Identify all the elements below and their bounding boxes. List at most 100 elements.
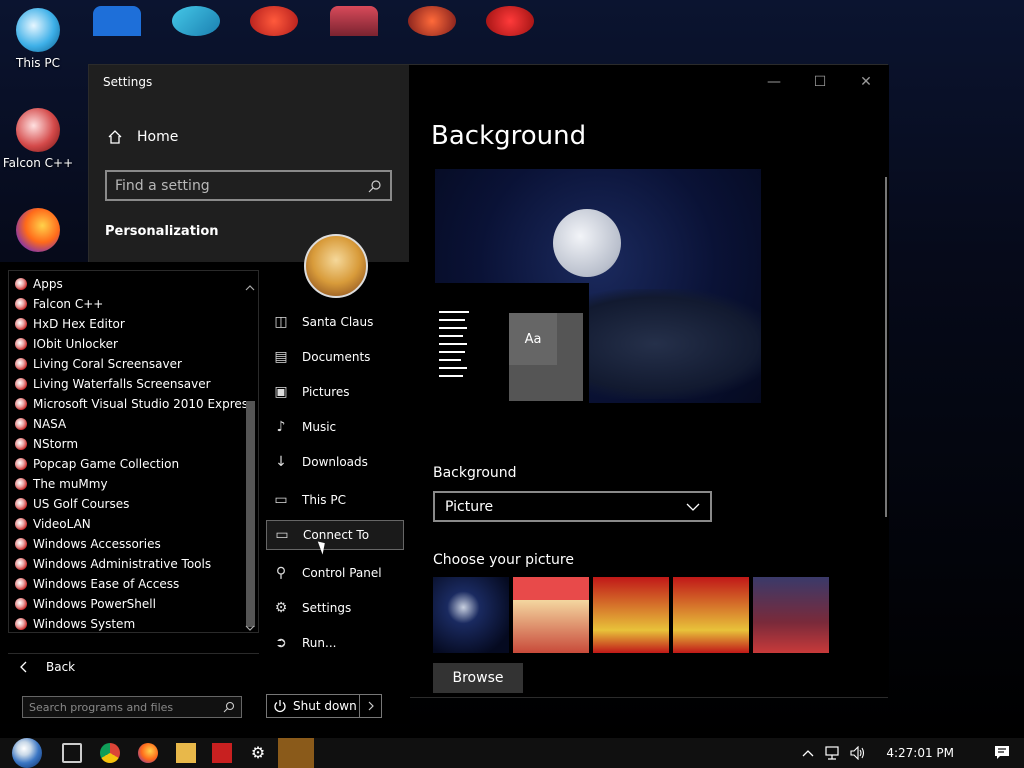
- santa-hat-icon[interactable]: [486, 6, 534, 36]
- thumbnail-santa[interactable]: [513, 577, 589, 653]
- network-icon[interactable]: [824, 746, 840, 760]
- start-item-connect-to[interactable]: ▭ Connect To: [266, 520, 404, 550]
- browse-button[interactable]: Browse: [433, 663, 523, 693]
- nav-home[interactable]: Home: [107, 129, 178, 145]
- program-item[interactable]: Living Waterfalls Screensaver: [15, 377, 211, 391]
- start-item-downloads[interactable]: ↓ Downloads: [266, 447, 404, 477]
- program-item[interactable]: Living Coral Screensaver: [15, 357, 182, 371]
- program-item[interactable]: HxD Hex Editor: [15, 317, 125, 331]
- power-icon: [274, 700, 286, 713]
- program-label: Windows PowerShell: [33, 597, 156, 611]
- program-item[interactable]: The muMmy: [15, 477, 108, 491]
- thumbnail-minions-1[interactable]: [593, 577, 669, 653]
- monitor-icon: ▭: [274, 492, 288, 508]
- shutdown-label: Shut down: [293, 699, 357, 713]
- start-item-label: This PC: [302, 493, 346, 507]
- thumbnail-minions-2[interactable]: [673, 577, 749, 653]
- back-button[interactable]: Back: [20, 660, 75, 674]
- picture-thumbnails: [433, 577, 829, 653]
- desktop-icon-falcon[interactable]: Falcon C++: [0, 108, 76, 170]
- program-item[interactable]: NASA: [15, 417, 66, 431]
- shutdown-options-button[interactable]: [360, 694, 382, 718]
- program-label: Living Coral Screensaver: [33, 357, 182, 371]
- program-item[interactable]: Falcon C++: [15, 297, 103, 311]
- avatar[interactable]: [304, 234, 368, 298]
- program-item[interactable]: NStorm: [15, 437, 78, 451]
- start-item-control-panel[interactable]: ⚲ Control Panel: [266, 558, 404, 588]
- taskbar-preview: Aa: [435, 283, 589, 403]
- program-label: Windows System: [33, 617, 136, 631]
- firefox-icon[interactable]: [138, 743, 158, 763]
- start-item-run[interactable]: ➲ Run...: [266, 628, 404, 658]
- program-item[interactable]: IObit Unlocker: [15, 337, 118, 351]
- program-search[interactable]: [22, 696, 242, 718]
- app-icon[interactable]: [212, 743, 232, 763]
- start-item-settings[interactable]: ⚙ Settings: [266, 593, 404, 623]
- start-item-label: Run...: [302, 636, 337, 650]
- task-view-icon[interactable]: [62, 743, 82, 763]
- thumbnail-candles[interactable]: [753, 577, 829, 653]
- gear-icon[interactable]: [93, 6, 141, 36]
- program-item[interactable]: Windows PowerShell: [15, 597, 156, 611]
- app-p-icon[interactable]: [250, 6, 298, 36]
- program-item[interactable]: Windows System: [15, 617, 135, 631]
- program-item[interactable]: Windows Administrative Tools: [15, 557, 211, 571]
- program-item[interactable]: Windows Ease of Access: [15, 577, 179, 591]
- ornament-icon: [16, 108, 60, 152]
- program-item[interactable]: VideoLAN: [15, 517, 91, 531]
- notification-icon[interactable]: [994, 745, 1010, 761]
- nav-home-label: Home: [137, 129, 179, 145]
- start-item-music[interactable]: ♪ Music: [266, 412, 404, 442]
- gear-icon[interactable]: ⚙: [248, 743, 268, 763]
- start-item-documents[interactable]: ▤ Documents: [266, 342, 404, 372]
- start-item-user[interactable]: ◫ Santa Claus: [266, 307, 404, 337]
- settings-nav: Settings Home Personalization: [89, 65, 409, 265]
- background-label: Background: [433, 465, 517, 481]
- shutdown-button[interactable]: Shut down: [266, 694, 360, 718]
- thumbnail-moon[interactable]: [433, 577, 509, 653]
- maximize-button[interactable]: ☐: [797, 65, 843, 99]
- program-item[interactable]: US Golf Courses: [15, 497, 129, 511]
- program-label: NStorm: [33, 437, 79, 451]
- start-item-label: Control Panel: [302, 566, 382, 580]
- program-item[interactable]: Apps: [15, 277, 63, 291]
- close-button[interactable]: ✕: [843, 65, 889, 99]
- desktop-icon-firefox[interactable]: [0, 208, 76, 256]
- background-dropdown[interactable]: Picture: [433, 491, 712, 522]
- search-icon[interactable]: [223, 701, 235, 713]
- folder-icon: [15, 358, 27, 370]
- desktop-icon-this-pc[interactable]: This PC: [0, 8, 76, 70]
- start-item-pictures[interactable]: ▣ Pictures: [266, 377, 404, 407]
- chrome-icon[interactable]: [100, 743, 120, 763]
- start-item-this-pc[interactable]: ▭ This PC: [266, 485, 404, 515]
- gem-icon[interactable]: [172, 6, 220, 36]
- settings-search[interactable]: [105, 170, 392, 201]
- shutdown-group: Shut down: [266, 694, 382, 718]
- game-icon[interactable]: [330, 6, 378, 36]
- file-explorer-icon[interactable]: [176, 743, 196, 763]
- folder-icon: [15, 578, 27, 590]
- chevron-up-icon[interactable]: [243, 283, 257, 293]
- download-icon: ↓: [275, 454, 287, 470]
- home-icon: [108, 130, 122, 144]
- folder-icon: [15, 618, 27, 630]
- content-scrollbar[interactable]: [885, 177, 887, 517]
- program-item[interactable]: Windows Accessories: [15, 537, 161, 551]
- scrollbar-thumb[interactable]: [246, 401, 255, 627]
- program-search-input[interactable]: [29, 700, 209, 714]
- settings-search-input[interactable]: [115, 177, 345, 194]
- folder-icon: [15, 458, 27, 470]
- start-button[interactable]: [8, 738, 46, 768]
- search-icon[interactable]: [368, 179, 382, 193]
- program-scrollbar[interactable]: [243, 283, 257, 633]
- chevron-up-icon[interactable]: [802, 749, 814, 757]
- speaker-icon[interactable]: [850, 746, 866, 760]
- chevron-down-icon[interactable]: [243, 623, 257, 633]
- folder-icon: [15, 418, 27, 430]
- program-item[interactable]: Microsoft Visual Studio 2010 Express: [15, 397, 254, 411]
- epic-games-icon[interactable]: [278, 738, 314, 768]
- clock[interactable]: 4:27:01 PM: [886, 746, 954, 760]
- program-item[interactable]: Popcap Game Collection: [15, 457, 179, 471]
- minimize-button[interactable]: —: [751, 65, 797, 99]
- ornament-icon[interactable]: [408, 6, 456, 36]
